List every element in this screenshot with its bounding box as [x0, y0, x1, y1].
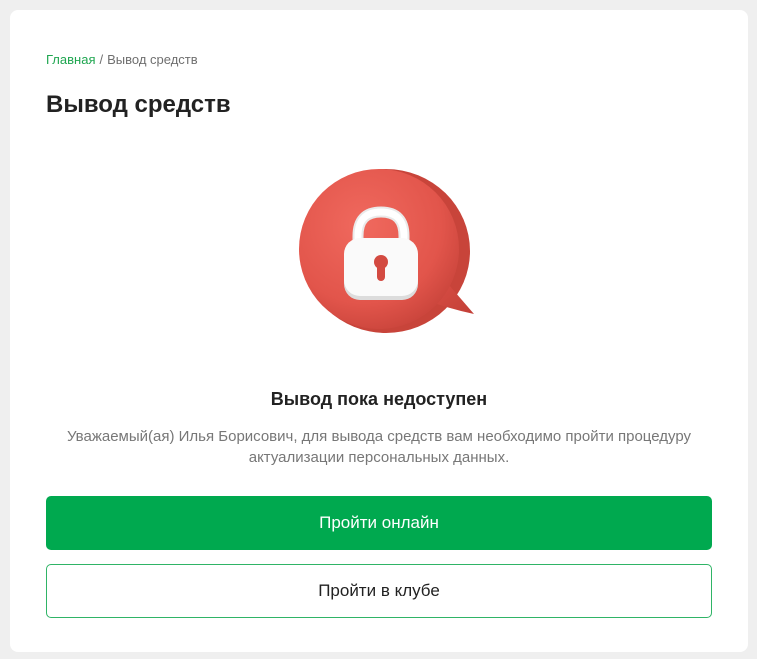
pass-online-button[interactable]: Пройти онлайн: [46, 496, 712, 550]
page-title: Вывод средств: [46, 91, 231, 118]
breadcrumb: Главная / Вывод средств: [46, 52, 198, 68]
status-title: Вывод пока недоступен: [270, 389, 488, 409]
status-message: Уважаемый(ая) Илья Борисович, для вывода…: [66, 428, 692, 466]
lock-speech-bubble-icon: [286, 158, 476, 348]
withdrawal-card: Главная / Вывод средств Вывод средств Вы…: [10, 10, 748, 652]
breadcrumb-current: Вывод средств: [107, 52, 198, 67]
breadcrumb-home-link[interactable]: Главная: [46, 52, 95, 67]
pass-in-club-button[interactable]: Пройти в клубе: [46, 564, 712, 618]
breadcrumb-separator: /: [99, 52, 104, 67]
